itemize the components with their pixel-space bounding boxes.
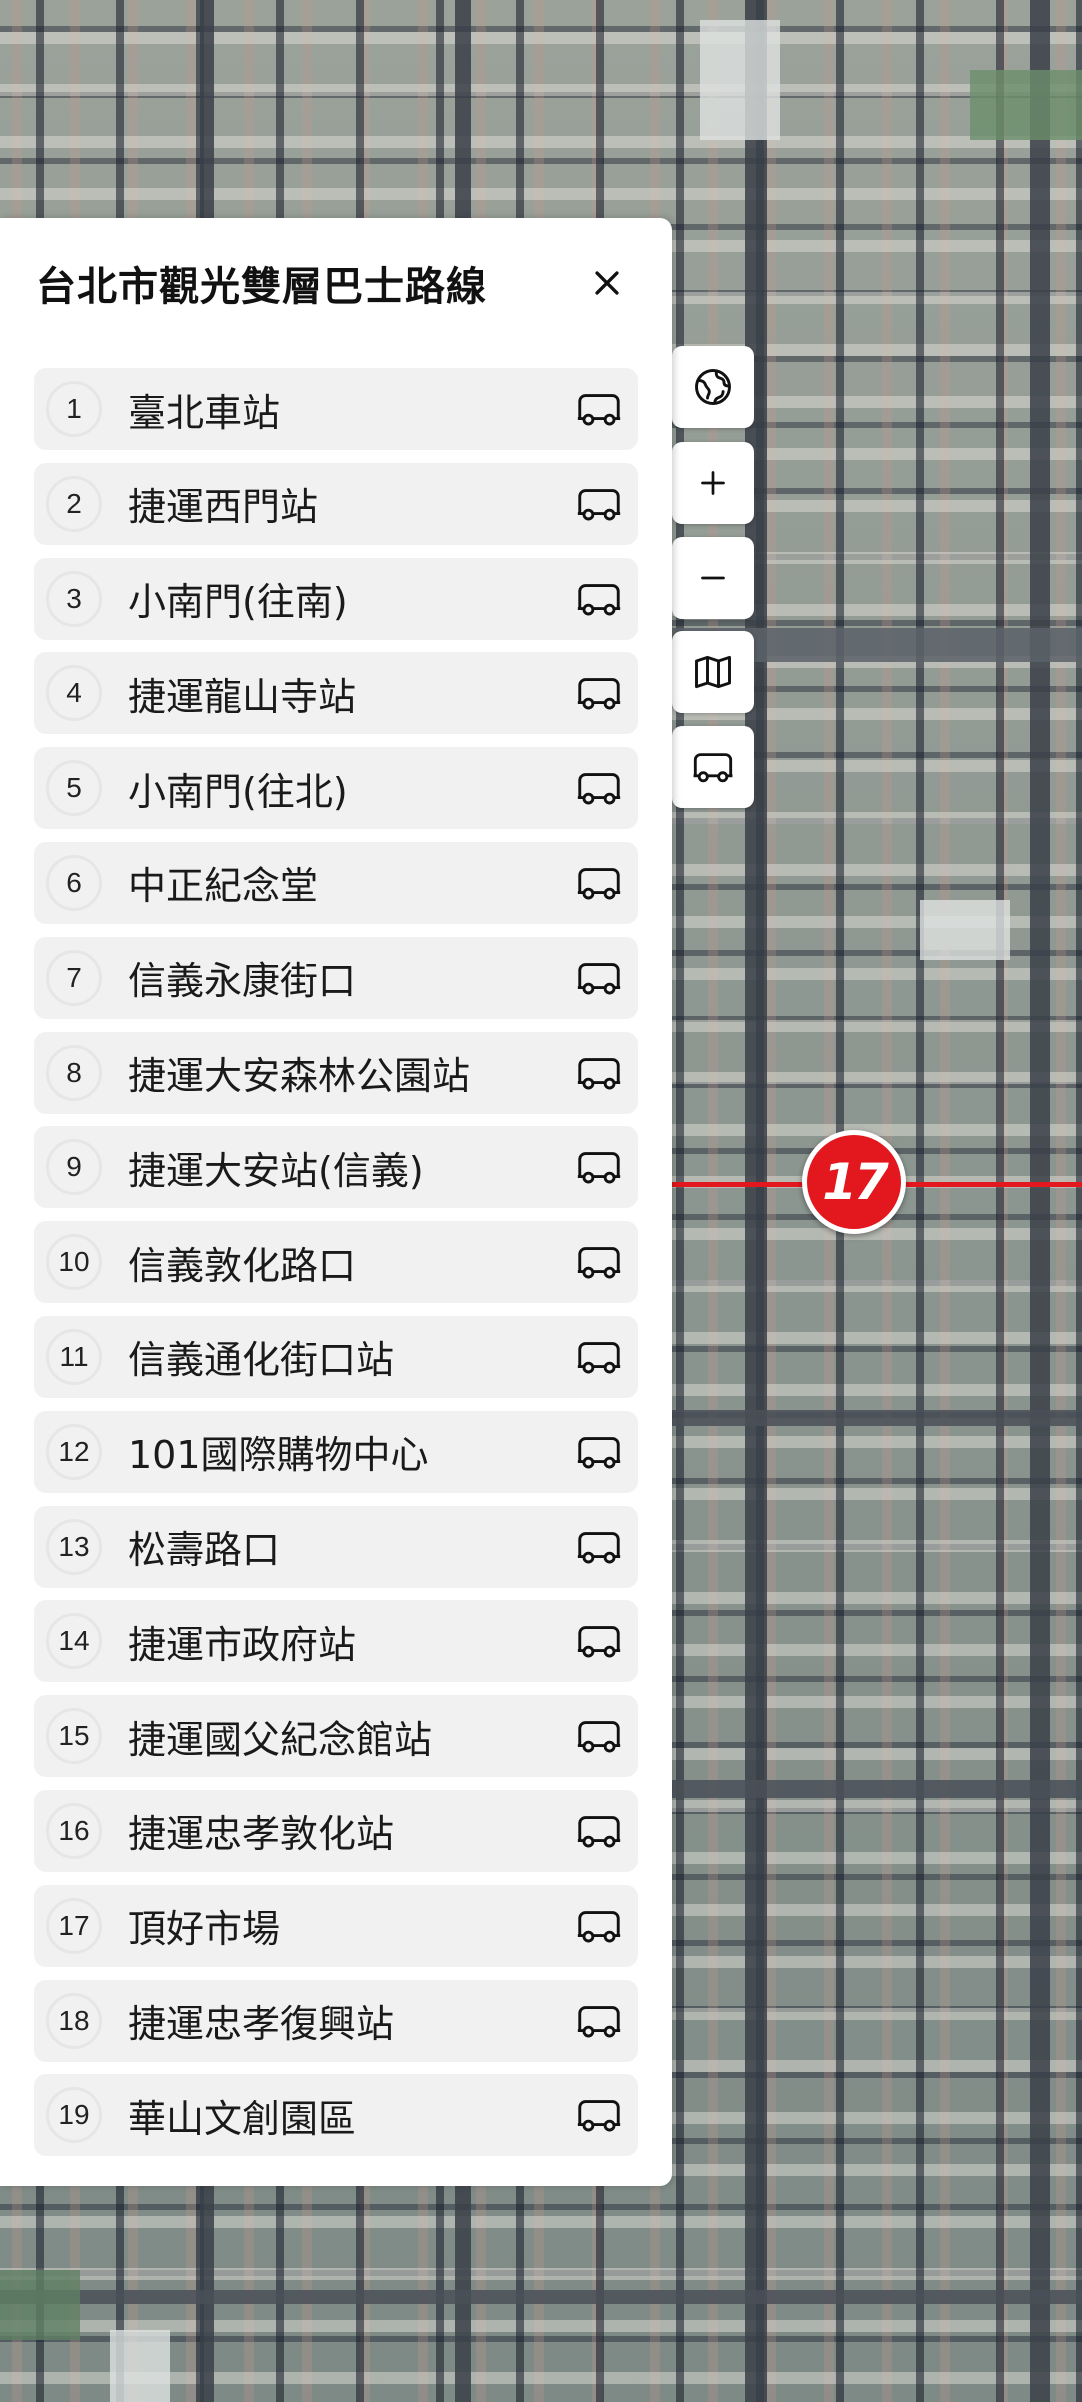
bus-icon[interactable] — [574, 1906, 624, 1946]
map-layers-icon — [695, 655, 731, 689]
stop-number-badge: 9 — [46, 1139, 102, 1196]
stop-list-item[interactable]: 10 信義敦化路口 — [34, 1221, 638, 1304]
stop-number-badge: 16 — [46, 1802, 102, 1859]
stop-number-badge: 1 — [46, 381, 102, 437]
map-road — [1030, 0, 1050, 2402]
bus-icon[interactable] — [574, 1716, 624, 1756]
stop-list-item[interactable]: 6 中正紀念堂 — [34, 841, 638, 924]
globe-icon — [695, 369, 731, 405]
stop-name: 捷運西門站 — [128, 485, 319, 530]
zoom-in-button[interactable] — [672, 442, 754, 524]
stop-number-badge: 7 — [46, 949, 102, 1006]
bus-route-button[interactable] — [672, 726, 754, 808]
bus-icon[interactable] — [574, 2001, 624, 2041]
stop-name: 松壽路口 — [128, 1528, 281, 1573]
globe-button[interactable] — [672, 346, 754, 428]
zoom-out-button[interactable] — [672, 537, 754, 619]
close-icon — [595, 271, 619, 295]
stop-list-item[interactable]: 13 松壽路口 — [34, 1505, 638, 1588]
bus-icon[interactable] — [574, 673, 624, 713]
stop-name: 捷運忠孝敦化站 — [128, 1812, 395, 1857]
map-layers-button[interactable] — [672, 631, 754, 713]
stop-number-badge: 5 — [46, 760, 102, 817]
stop-number-badge: 15 — [46, 1708, 102, 1765]
stop-list-item[interactable]: 8 捷運大安森林公園站 — [34, 1031, 638, 1114]
stop-list-item[interactable]: 18 捷運忠孝復興站 — [34, 1979, 638, 2062]
map-park — [970, 70, 1082, 140]
zoom-out-icon — [701, 576, 725, 580]
stop-name: 捷運忠孝復興站 — [128, 2002, 395, 2047]
stop-name: 小南門(往北) — [128, 769, 348, 814]
stop-name: 信義永康街口 — [128, 959, 357, 1004]
stop-number-badge: 13 — [46, 1518, 102, 1575]
stop-list-item[interactable]: 12 101國際購物中心 — [34, 1410, 638, 1493]
stop-number-badge: 12 — [46, 1423, 102, 1480]
stop-list-item[interactable]: 15 捷運國父紀念館站 — [34, 1695, 638, 1778]
stop-list-item[interactable]: 7 信義永康街口 — [34, 936, 638, 1019]
zoom-in-icon — [701, 471, 725, 495]
stop-number-badge: 3 — [46, 570, 102, 627]
stop-name: 捷運市政府站 — [128, 1622, 357, 1667]
stop-name: 華山文創園區 — [128, 2096, 357, 2141]
stop-name: 捷運大安森林公園站 — [128, 1054, 471, 1099]
close-button[interactable] — [582, 258, 632, 308]
bus-icon[interactable] — [574, 1527, 624, 1567]
stop-list-item[interactable]: 16 捷運忠孝敦化站 — [34, 1789, 638, 1872]
bus-icon — [693, 753, 733, 783]
bus-icon[interactable] — [574, 2095, 624, 2135]
stop-number-badge: 11 — [46, 1328, 102, 1385]
stop-name: 頂好市場 — [128, 1907, 281, 1952]
bus-icon[interactable] — [574, 768, 624, 808]
stop-name: 信義敦化路口 — [128, 1243, 357, 1288]
stop-list-item[interactable]: 9 捷運大安站(信義) — [34, 1126, 638, 1209]
stop-list-item[interactable]: 11 信義通化街口站 — [34, 1315, 638, 1398]
map-building — [110, 2330, 170, 2402]
stop-list-item[interactable]: 4 捷運龍山寺站 — [34, 652, 638, 735]
stop-number-badge: 10 — [46, 1234, 102, 1291]
bus-icon[interactable] — [574, 1621, 624, 1661]
stop-name: 臺北車站 — [128, 390, 281, 435]
stop-name: 小南門(往南) — [128, 580, 348, 625]
stop-name: 捷運龍山寺站 — [128, 674, 357, 719]
stop-number-badge: 18 — [46, 1992, 102, 2049]
map-park — [0, 2270, 80, 2340]
bus-icon[interactable] — [574, 1432, 624, 1472]
stop-number-badge: 17 — [46, 1897, 102, 1954]
stop-number-badge: 14 — [46, 1613, 102, 1670]
panel-title: 台北市觀光雙層巴士路線 — [36, 264, 487, 310]
bus-icon[interactable] — [574, 863, 624, 903]
stop-list-item[interactable]: 19 華山文創園區 — [34, 2074, 638, 2157]
stop-list-item[interactable]: 14 捷運市政府站 — [34, 1600, 638, 1683]
map-road — [0, 2290, 1082, 2304]
stop-number-badge: 6 — [46, 854, 102, 911]
stop-number-badge: 4 — [46, 665, 102, 722]
bus-icon[interactable] — [574, 1053, 624, 1093]
stop-list-item[interactable]: 2 捷運西門站 — [34, 462, 638, 545]
bus-icon[interactable] — [574, 1811, 624, 1851]
bus-icon[interactable] — [574, 958, 624, 998]
bus-icon[interactable] — [574, 484, 624, 524]
bus-icon[interactable] — [574, 389, 624, 429]
stop-list: 1 臺北車站 2 捷運西門站 3 小南門(往南) 4 捷運龍山寺站 5 小南門(… — [34, 368, 638, 2169]
stop-list-item[interactable]: 1 臺北車站 — [34, 368, 638, 450]
stop-name: 捷運國父紀念館站 — [128, 1717, 433, 1762]
bus-icon[interactable] — [574, 1147, 624, 1187]
stop-list-item[interactable]: 17 頂好市場 — [34, 1884, 638, 1967]
bus-icon[interactable] — [574, 1242, 624, 1282]
bus-icon[interactable] — [574, 1337, 624, 1377]
stop-number-badge: 8 — [46, 1044, 102, 1101]
bus-icon[interactable] — [574, 579, 624, 619]
stop-list-item[interactable]: 5 小南門(往北) — [34, 747, 638, 830]
stop-list-item[interactable]: 3 小南門(往南) — [34, 557, 638, 640]
stop-name: 101國際購物中心 — [128, 1433, 429, 1478]
stop-marker[interactable]: 17 — [802, 1130, 906, 1234]
stop-name: 信義通化街口站 — [128, 1338, 395, 1383]
stop-name: 捷運大安站(信義) — [128, 1148, 424, 1193]
stop-number-badge: 2 — [46, 475, 102, 532]
map-building — [700, 20, 780, 140]
map-building — [920, 900, 1010, 960]
stop-number-badge: 19 — [46, 2087, 102, 2144]
stop-name: 中正紀念堂 — [128, 864, 319, 909]
